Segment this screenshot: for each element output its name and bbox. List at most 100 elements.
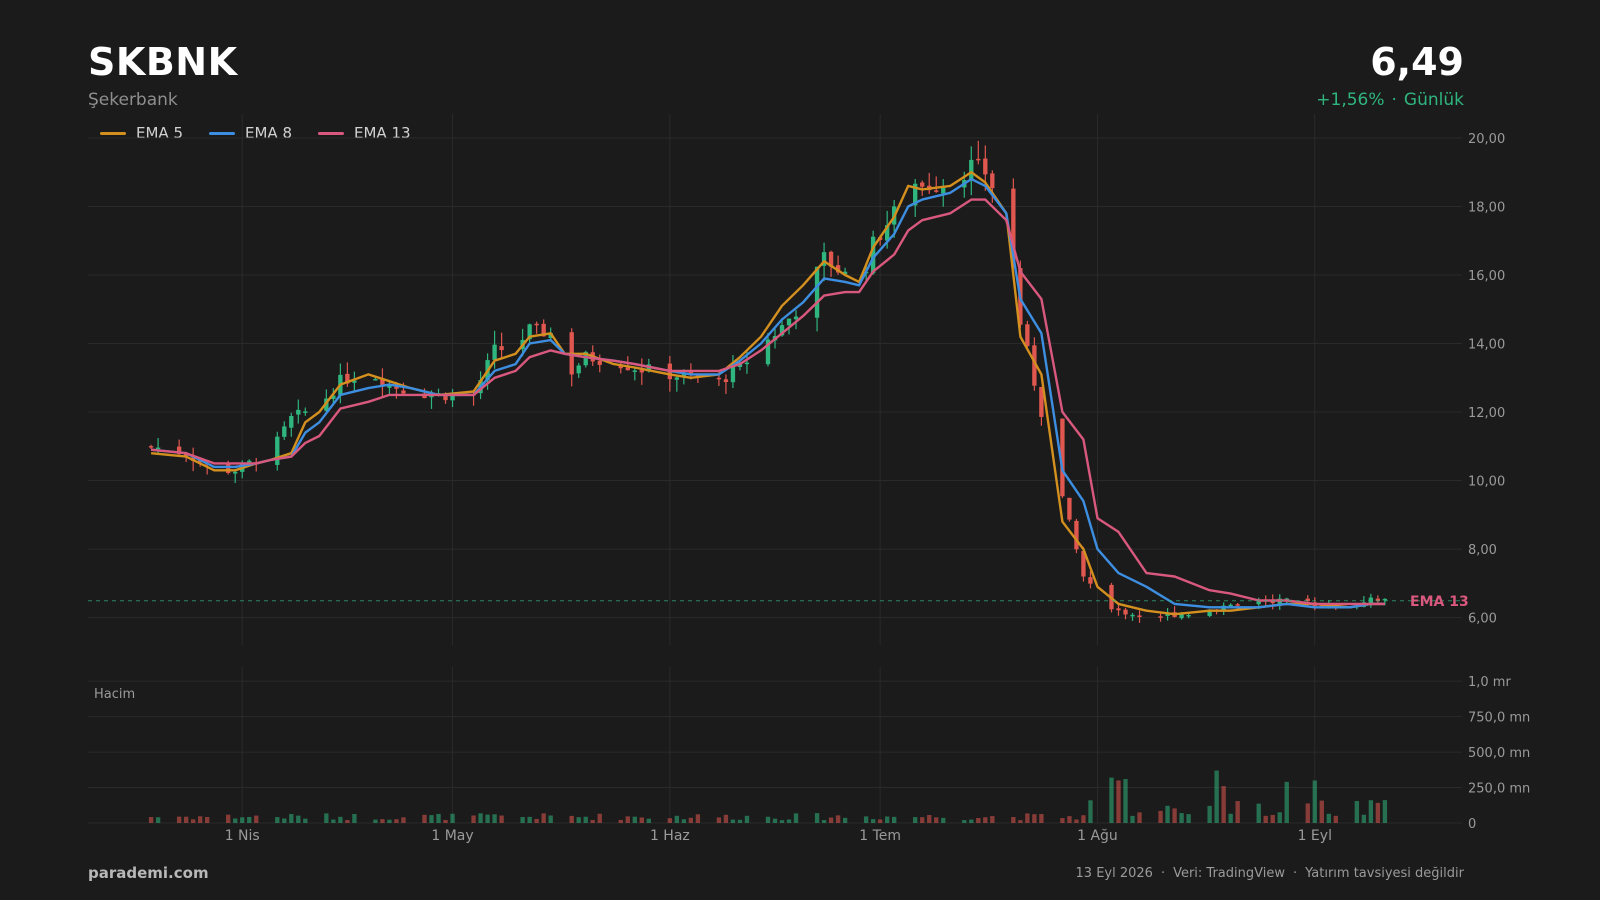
volume-bar (1354, 801, 1360, 823)
volume-bar (352, 813, 357, 823)
footer-source: Veri: TradingView (1173, 866, 1285, 881)
volume-bar (1361, 814, 1367, 823)
candle-body (1088, 577, 1093, 584)
volume-tick-label: 500,0 mn (1468, 746, 1530, 761)
volume-bar (1032, 814, 1037, 823)
price-tick-label: 10,00 (1468, 475, 1505, 490)
price-volume-chart[interactable]: 6,00 8,00 10,00 12,00 14,00 16,00 18,00 20,00 0 2… (0, 0, 1600, 900)
volume-bar (492, 814, 497, 823)
volume-bar (884, 816, 890, 823)
volume-bar (1221, 786, 1226, 823)
volume-bar (892, 816, 897, 823)
volume-bar (1305, 803, 1310, 823)
candle-body (576, 365, 581, 374)
candle-body (492, 344, 497, 360)
candle-body (674, 377, 680, 380)
candle-body (155, 447, 161, 450)
volume-bar (148, 817, 154, 823)
volume-bar (765, 816, 771, 823)
volume-bar (338, 816, 343, 823)
volume-bar (1256, 803, 1261, 823)
candle-body (282, 426, 287, 437)
volume-tick-label: 250,0 mn (1468, 782, 1530, 797)
volume-bar (183, 816, 189, 823)
price-tick-label: 8,00 (1468, 543, 1497, 558)
volume-bar (786, 819, 792, 823)
candle-body (1228, 604, 1233, 607)
volume-bar (674, 815, 680, 823)
volume-bar (520, 817, 525, 823)
volume-bar (625, 816, 630, 823)
ema5-line (150, 170, 1385, 616)
volume-bar (927, 815, 932, 823)
volume-bar (1067, 816, 1072, 823)
volume-bar (429, 815, 434, 823)
volume-bar (983, 817, 988, 823)
candle-body (1256, 601, 1261, 605)
candle-body (296, 409, 301, 415)
price-tick-label: 18,00 (1468, 200, 1505, 215)
date-tick-label: 1 Tem (859, 828, 901, 844)
volume-bar (485, 814, 490, 823)
volume-bar (737, 819, 743, 823)
volume-bar (835, 815, 841, 823)
volume-bar (401, 817, 406, 823)
price-tick-label: 12,00 (1468, 406, 1505, 421)
volume-bar (1172, 808, 1177, 823)
volume-bar (597, 813, 602, 823)
date-tick-label: 1 May (431, 828, 473, 844)
volume-bar (275, 817, 280, 823)
volume-bar (1018, 820, 1023, 823)
volume-bar (870, 819, 876, 823)
candle-body (969, 159, 974, 181)
volume-bar (233, 818, 238, 823)
candle-body (1025, 324, 1030, 347)
volume-bar (541, 813, 546, 823)
volume-bar (387, 819, 392, 823)
volume-bar (1235, 801, 1240, 823)
candle-body (1382, 598, 1388, 601)
volume-bar (226, 814, 231, 823)
volume-bar (969, 819, 974, 823)
volume-bar (534, 818, 539, 823)
volume-bar (618, 819, 623, 823)
candle-body (814, 266, 820, 318)
volume-bar (779, 820, 785, 823)
volume-bar (296, 815, 301, 823)
volume-bar (1025, 813, 1030, 823)
candle-body (625, 367, 630, 371)
volume-bar (772, 818, 778, 823)
volume-bar (976, 818, 981, 823)
volume-tick-label: 0 (1468, 817, 1476, 832)
volume-bar (1137, 812, 1142, 823)
volume-bar (1207, 805, 1212, 823)
volume-bar (1263, 815, 1268, 823)
footer-brand[interactable]: parademi.com (88, 864, 209, 882)
candle-body (597, 360, 602, 365)
footer-note: 13 Eyl 2026 · Veri: TradingView · Yatırım ta… (1076, 866, 1464, 881)
volume-bar (1074, 819, 1079, 823)
volume-bar (436, 813, 441, 823)
volume-bar (934, 817, 939, 823)
volume-bar (1277, 812, 1282, 823)
volume-bar (422, 814, 427, 823)
date-tick-label: 1 Nis (225, 828, 260, 844)
volume-bar (1081, 815, 1086, 823)
candle-body (499, 346, 504, 351)
volume-bar (443, 819, 448, 823)
candles (148, 140, 1388, 623)
volume-bar (1179, 813, 1184, 823)
candle-body (233, 471, 238, 474)
volume-bar (688, 817, 694, 823)
volume-bar (373, 819, 378, 823)
candle-body (632, 370, 637, 372)
volume-bar (632, 816, 637, 823)
volume-bar (1109, 777, 1114, 823)
footer-disclaimer: Yatırım tavsiyesi değildir (1305, 866, 1464, 881)
volume-bar (569, 815, 574, 823)
date-tick-label: 1 Eyl (1298, 828, 1332, 844)
volume-bar (814, 813, 820, 823)
last-value-tag: EMA 13 (1410, 594, 1469, 610)
candle-body (976, 158, 981, 161)
date-tick-label: 1 Ağu (1077, 828, 1118, 844)
